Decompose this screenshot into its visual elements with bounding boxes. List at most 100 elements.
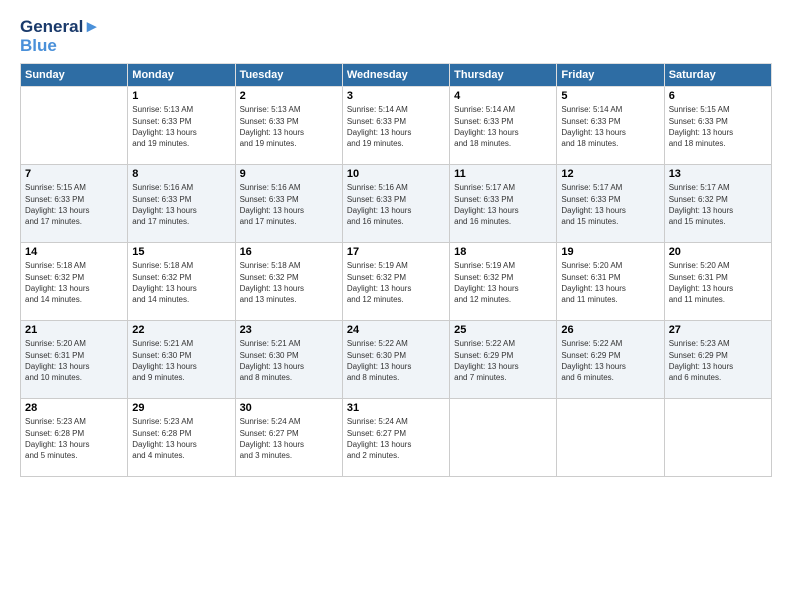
day-info: Sunrise: 5:15 AM Sunset: 6:33 PM Dayligh… bbox=[25, 182, 123, 227]
day-number: 26 bbox=[561, 324, 659, 336]
calendar-cell: 15Sunrise: 5:18 AM Sunset: 6:32 PM Dayli… bbox=[128, 243, 235, 321]
calendar-cell: 8 Sunrise: 5:16 AM Sunset: 6:33 PM Daylig… bbox=[128, 165, 235, 243]
day-info: Sunrise: 5:15 AM Sunset: 6:33 PM Dayligh… bbox=[669, 104, 767, 149]
header: General► Blue bbox=[20, 18, 772, 55]
day-info: Sunrise: 5:24 AM Sunset: 6:27 PM Dayligh… bbox=[240, 416, 338, 461]
day-info: Sunrise: 5:20 AM Sunset: 6:31 PM Dayligh… bbox=[25, 338, 123, 383]
day-number: 5 bbox=[561, 90, 659, 102]
calendar-cell: 21 Sunrise: 5:20 AM Sunset: 6:31 PM Dayli… bbox=[21, 321, 128, 399]
weekday-header-row: SundayMondayTuesdayWednesdayThursdayFrid… bbox=[21, 64, 772, 87]
calendar-cell: 10 Sunrise: 5:16 AM Sunset: 6:33 PM Dayli… bbox=[342, 165, 449, 243]
day-info: Sunrise: 5:21 AM Sunset: 6:30 PM Dayligh… bbox=[240, 338, 338, 383]
day-number: 10 bbox=[347, 168, 445, 180]
calendar-cell bbox=[450, 399, 557, 477]
day-info: Sunrise: 5:16 AM Sunset: 6:33 PM Dayligh… bbox=[347, 182, 445, 227]
day-info: Sunrise: 5:16 AM Sunset: 6:33 PM Dayligh… bbox=[240, 182, 338, 227]
calendar-week-row: 1 Sunrise: 5:13 AM Sunset: 6:33 PM Daylig… bbox=[21, 87, 772, 165]
day-info: Sunrise: 5:22 AM Sunset: 6:29 PM Dayligh… bbox=[561, 338, 659, 383]
day-info: Sunrise: 5:17 AM Sunset: 6:32 PM Dayligh… bbox=[669, 182, 767, 227]
day-number: 9 bbox=[240, 168, 338, 180]
day-number: 1 bbox=[132, 90, 230, 102]
calendar-cell: 23Sunrise: 5:21 AM Sunset: 6:30 PM Dayli… bbox=[235, 321, 342, 399]
calendar-cell: 11 Sunrise: 5:17 AM Sunset: 6:33 PM Dayli… bbox=[450, 165, 557, 243]
day-info: Sunrise: 5:22 AM Sunset: 6:30 PM Dayligh… bbox=[347, 338, 445, 383]
calendar-cell: 27 Sunrise: 5:23 AM Sunset: 6:29 PM Dayli… bbox=[664, 321, 771, 399]
weekday-header-wednesday: Wednesday bbox=[342, 64, 449, 87]
day-number: 16 bbox=[240, 246, 338, 258]
calendar-cell: 7 Sunrise: 5:15 AM Sunset: 6:33 PM Daylig… bbox=[21, 165, 128, 243]
weekday-header-sunday: Sunday bbox=[21, 64, 128, 87]
day-number: 18 bbox=[454, 246, 552, 258]
day-number: 14 bbox=[25, 246, 123, 258]
day-info: Sunrise: 5:21 AM Sunset: 6:30 PM Dayligh… bbox=[132, 338, 230, 383]
day-info: Sunrise: 5:14 AM Sunset: 6:33 PM Dayligh… bbox=[454, 104, 552, 149]
weekday-header-tuesday: Tuesday bbox=[235, 64, 342, 87]
weekday-header-monday: Monday bbox=[128, 64, 235, 87]
calendar-cell: 29 Sunrise: 5:23 AM Sunset: 6:28 PM Dayli… bbox=[128, 399, 235, 477]
day-number: 12 bbox=[561, 168, 659, 180]
calendar-cell: 16 Sunrise: 5:18 AM Sunset: 6:32 PM Dayli… bbox=[235, 243, 342, 321]
calendar-cell: 19 Sunrise: 5:20 AM Sunset: 6:31 PM Dayli… bbox=[557, 243, 664, 321]
calendar-cell: 28 Sunrise: 5:23 AM Sunset: 6:28 PM Dayli… bbox=[21, 399, 128, 477]
day-number: 24 bbox=[347, 324, 445, 336]
calendar-cell: 17 Sunrise: 5:19 AM Sunset: 6:32 PM Dayli… bbox=[342, 243, 449, 321]
calendar-cell: 30Sunrise: 5:24 AM Sunset: 6:27 PM Dayli… bbox=[235, 399, 342, 477]
day-number: 4 bbox=[454, 90, 552, 102]
day-number: 8 bbox=[132, 168, 230, 180]
calendar-cell: 3 Sunrise: 5:14 AM Sunset: 6:33 PM Daylig… bbox=[342, 87, 449, 165]
calendar-week-row: 21 Sunrise: 5:20 AM Sunset: 6:31 PM Dayli… bbox=[21, 321, 772, 399]
weekday-header-saturday: Saturday bbox=[664, 64, 771, 87]
day-number: 15 bbox=[132, 246, 230, 258]
calendar-cell: 12 Sunrise: 5:17 AM Sunset: 6:33 PM Dayli… bbox=[557, 165, 664, 243]
day-number: 11 bbox=[454, 168, 552, 180]
day-info: Sunrise: 5:23 AM Sunset: 6:29 PM Dayligh… bbox=[669, 338, 767, 383]
calendar-cell bbox=[21, 87, 128, 165]
day-info: Sunrise: 5:14 AM Sunset: 6:33 PM Dayligh… bbox=[347, 104, 445, 149]
day-info: Sunrise: 5:16 AM Sunset: 6:33 PM Dayligh… bbox=[132, 182, 230, 227]
day-info: Sunrise: 5:14 AM Sunset: 6:33 PM Dayligh… bbox=[561, 104, 659, 149]
day-info: Sunrise: 5:19 AM Sunset: 6:32 PM Dayligh… bbox=[347, 260, 445, 305]
calendar-cell: 9 Sunrise: 5:16 AM Sunset: 6:33 PM Daylig… bbox=[235, 165, 342, 243]
calendar-cell: 4 Sunrise: 5:14 AM Sunset: 6:33 PM Daylig… bbox=[450, 87, 557, 165]
logo-line2: Blue bbox=[20, 37, 100, 56]
calendar-cell: 14 Sunrise: 5:18 AM Sunset: 6:32 PM Dayli… bbox=[21, 243, 128, 321]
calendar-container: General► Blue SundayMondayTuesdayWednesd… bbox=[0, 0, 792, 612]
day-info: Sunrise: 5:18 AM Sunset: 6:32 PM Dayligh… bbox=[240, 260, 338, 305]
weekday-header-thursday: Thursday bbox=[450, 64, 557, 87]
weekday-header-friday: Friday bbox=[557, 64, 664, 87]
calendar-cell: 18Sunrise: 5:19 AM Sunset: 6:32 PM Dayli… bbox=[450, 243, 557, 321]
calendar-cell: 22 Sunrise: 5:21 AM Sunset: 6:30 PM Dayli… bbox=[128, 321, 235, 399]
day-info: Sunrise: 5:23 AM Sunset: 6:28 PM Dayligh… bbox=[25, 416, 123, 461]
day-number: 19 bbox=[561, 246, 659, 258]
calendar-cell: 5 Sunrise: 5:14 AM Sunset: 6:33 PM Daylig… bbox=[557, 87, 664, 165]
day-number: 13 bbox=[669, 168, 767, 180]
calendar-week-row: 28 Sunrise: 5:23 AM Sunset: 6:28 PM Dayli… bbox=[21, 399, 772, 477]
day-number: 22 bbox=[132, 324, 230, 336]
calendar-cell: 6 Sunrise: 5:15 AM Sunset: 6:33 PM Daylig… bbox=[664, 87, 771, 165]
day-info: Sunrise: 5:22 AM Sunset: 6:29 PM Dayligh… bbox=[454, 338, 552, 383]
day-number: 28 bbox=[25, 402, 123, 414]
day-number: 17 bbox=[347, 246, 445, 258]
day-number: 27 bbox=[669, 324, 767, 336]
day-info: Sunrise: 5:18 AM Sunset: 6:32 PM Dayligh… bbox=[25, 260, 123, 305]
day-info: Sunrise: 5:23 AM Sunset: 6:28 PM Dayligh… bbox=[132, 416, 230, 461]
day-number: 25 bbox=[454, 324, 552, 336]
day-info: Sunrise: 5:24 AM Sunset: 6:27 PM Dayligh… bbox=[347, 416, 445, 461]
day-number: 20 bbox=[669, 246, 767, 258]
calendar-cell: 2 Sunrise: 5:13 AM Sunset: 6:33 PM Daylig… bbox=[235, 87, 342, 165]
calendar-cell: 25 Sunrise: 5:22 AM Sunset: 6:29 PM Dayli… bbox=[450, 321, 557, 399]
day-info: Sunrise: 5:17 AM Sunset: 6:33 PM Dayligh… bbox=[561, 182, 659, 227]
day-info: Sunrise: 5:17 AM Sunset: 6:33 PM Dayligh… bbox=[454, 182, 552, 227]
calendar-cell: 13 Sunrise: 5:17 AM Sunset: 6:32 PM Dayli… bbox=[664, 165, 771, 243]
day-number: 7 bbox=[25, 168, 123, 180]
day-number: 6 bbox=[669, 90, 767, 102]
day-info: Sunrise: 5:20 AM Sunset: 6:31 PM Dayligh… bbox=[561, 260, 659, 305]
day-number: 21 bbox=[25, 324, 123, 336]
day-number: 2 bbox=[240, 90, 338, 102]
calendar-table: SundayMondayTuesdayWednesdayThursdayFrid… bbox=[20, 63, 772, 477]
day-number: 3 bbox=[347, 90, 445, 102]
calendar-cell: 31 Sunrise: 5:24 AM Sunset: 6:27 PM Dayli… bbox=[342, 399, 449, 477]
day-number: 29 bbox=[132, 402, 230, 414]
day-info: Sunrise: 5:13 AM Sunset: 6:33 PM Dayligh… bbox=[240, 104, 338, 149]
day-number: 31 bbox=[347, 402, 445, 414]
